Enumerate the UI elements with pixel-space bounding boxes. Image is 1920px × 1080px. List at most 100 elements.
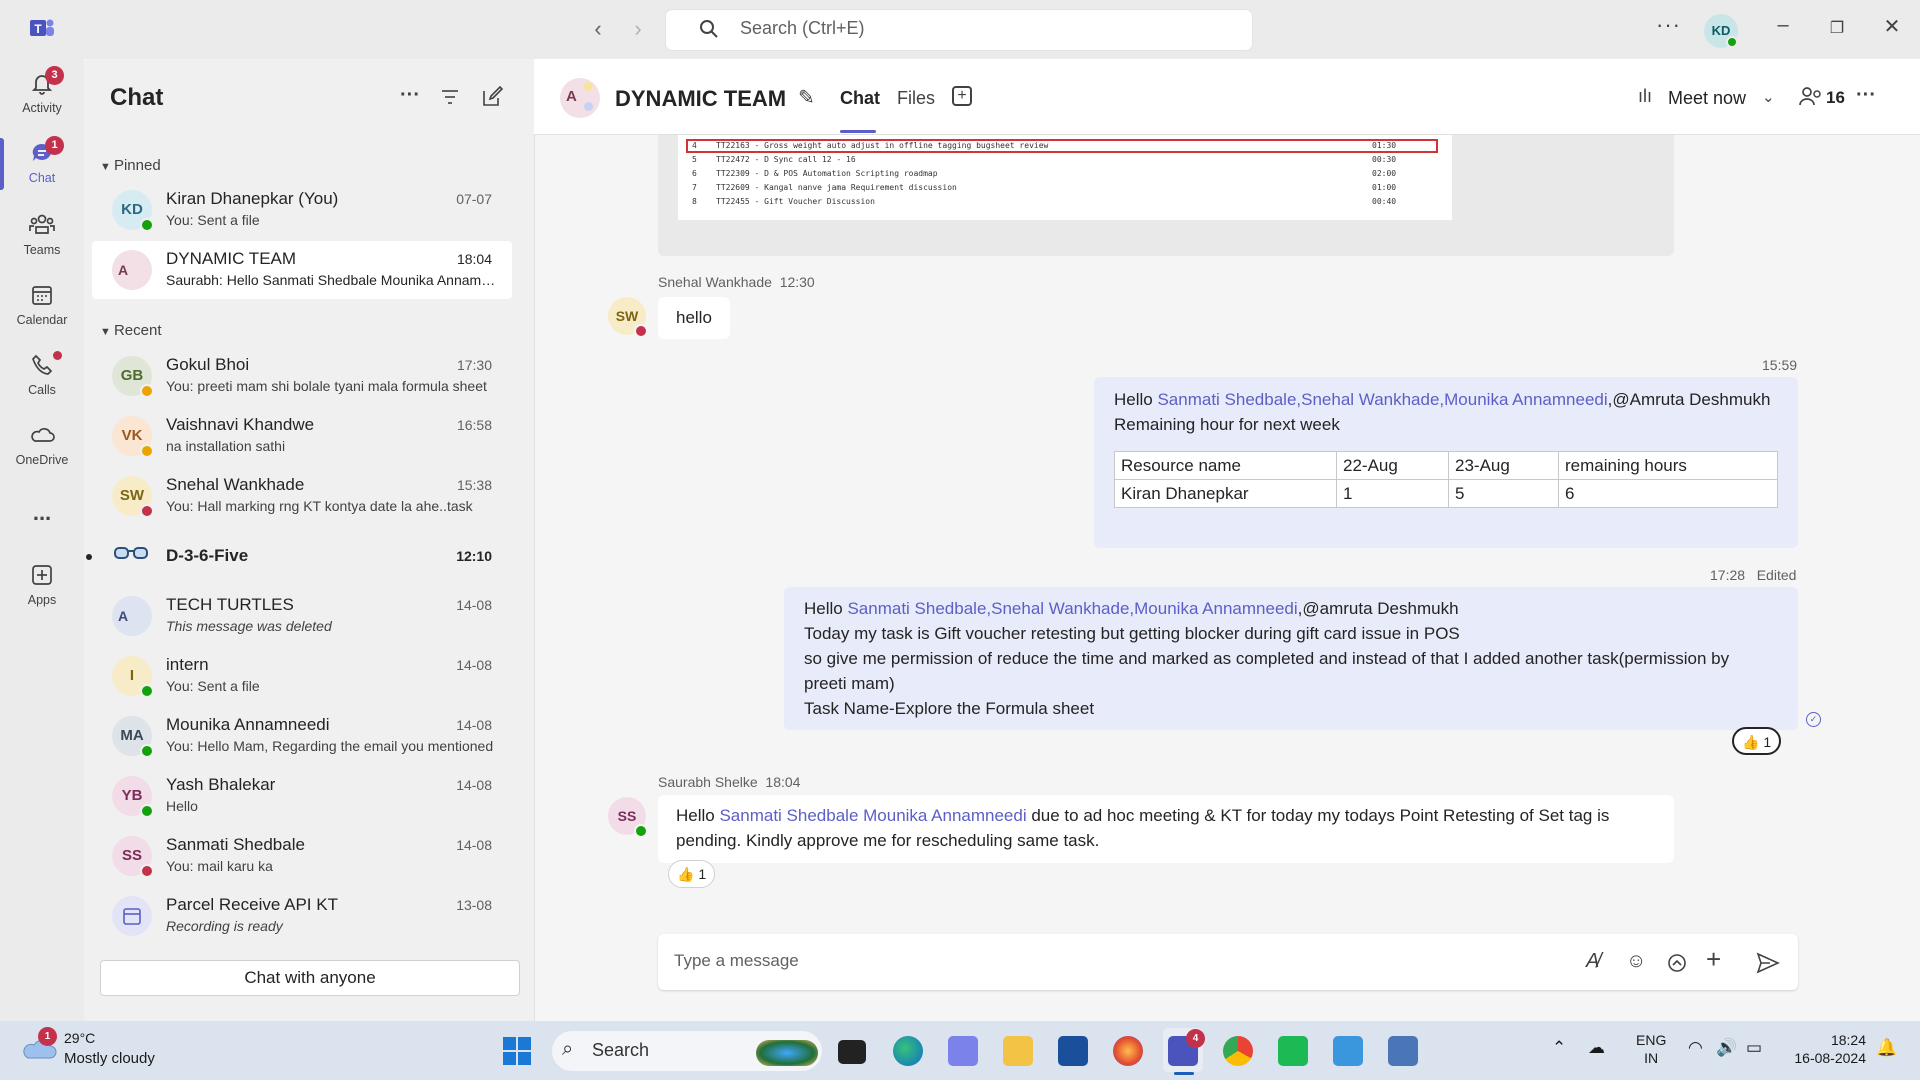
rail-item-onedrive[interactable]: OneDrive [0, 421, 84, 467]
rail-item-calls[interactable]: Calls [0, 351, 84, 397]
weather-description[interactable]: Mostly cloudy [64, 1050, 155, 1067]
rail-item-apps[interactable]: Apps [0, 561, 84, 607]
battery-icon[interactable]: ▭ [1746, 1038, 1762, 1058]
chat-item-gokul[interactable]: GB Gokul Bhoi 17:30 You: preeti mam shi … [92, 347, 512, 405]
taskbar-search-label[interactable]: Search [592, 1040, 649, 1061]
notification-bell-icon[interactable]: 🔔 [1876, 1038, 1897, 1058]
chat-item-mounika[interactable]: MA Mounika Annamneedi 14-08 You: Hello M… [92, 707, 512, 765]
chat-with-anyone-button[interactable]: Chat with anyone [100, 960, 520, 996]
edit-pencil-icon[interactable]: ✎ [798, 85, 815, 110]
chat-item-tech-turtles[interactable]: A TECH TURTLES 14-08 This message was de… [92, 587, 512, 645]
chrome-icon[interactable] [1223, 1036, 1253, 1066]
forward-arrow-icon[interactable]: › [626, 16, 650, 42]
message-bubble[interactable]: Hello Sanmati Shedbale,Snehal Wankhade,M… [784, 587, 1798, 730]
teams-personal-icon[interactable] [948, 1036, 978, 1066]
teams-logo-icon[interactable]: T [28, 16, 56, 40]
attach-plus-icon[interactable]: + [1706, 944, 1721, 975]
message-bubble[interactable]: hello [658, 297, 730, 339]
chat-item-sanmati[interactable]: SS Sanmati Shedbale 14-08 You: mail karu… [92, 827, 512, 885]
more-options-icon[interactable]: ··· [1856, 84, 1876, 107]
rail-item-teams[interactable]: Teams [0, 211, 84, 257]
mention[interactable]: Sanmati Shedbale,Snehal Wankhade,Mounika… [847, 599, 1297, 618]
phone-icon [32, 354, 53, 375]
chevron-down-icon[interactable]: ⌄ [1762, 88, 1775, 106]
group-avatar[interactable]: A [560, 78, 600, 118]
chat-item-parcel-receive[interactable]: Parcel Receive API KT 13-08 Recording is… [92, 887, 512, 945]
teams-icon [29, 214, 55, 234]
loop-component-icon[interactable] [1666, 952, 1688, 974]
caret-down-icon: ▼ [100, 326, 114, 338]
chat-item-name: Kiran Dhanepkar (You) [166, 189, 339, 208]
volume-icon[interactable]: 🔊 [1716, 1038, 1737, 1058]
recent-section-header[interactable]: ▼ Recent [100, 322, 161, 339]
add-tab-icon[interactable]: + [952, 86, 972, 106]
windows-start-icon[interactable] [502, 1036, 532, 1066]
rail-label-apps: Apps [27, 593, 57, 607]
meet-now-button[interactable]: Meet now [1668, 88, 1746, 109]
back-arrow-icon[interactable]: ‹ [586, 16, 610, 42]
message-sender: Saurabh Shelke 18:04 [658, 774, 801, 790]
rail-item-activity[interactable]: Activity 3 [0, 66, 84, 115]
minimize-icon[interactable]: – [1768, 14, 1798, 37]
green-app-icon[interactable] [1278, 1036, 1308, 1066]
chat-item-intern[interactable]: I intern 14-08 You: Sent a file [92, 647, 512, 705]
tab-chat[interactable]: Chat [840, 88, 880, 109]
more-options-icon[interactable]: ··· [400, 84, 420, 107]
message-bubble[interactable]: Hello Sanmati Shedbale Mounika Annamneed… [658, 795, 1674, 863]
presence-available-icon [140, 804, 154, 818]
file-explorer-icon[interactable] [1003, 1036, 1033, 1066]
message-bubble[interactable]: Hello Sanmati Shedbale,Snehal Wankhade,M… [1094, 377, 1798, 548]
image-text-row: 4 TT22163 - Gross weight auto adjust in o… [692, 141, 1397, 150]
restore-icon[interactable]: ❐ [1822, 18, 1852, 38]
chat-item-yash[interactable]: YB Yash Bhalekar 14-08 Hello [92, 767, 512, 825]
reaction-thumbs-up[interactable]: 👍 1 [1732, 727, 1782, 755]
rail-item-chat[interactable]: Chat 1 [0, 136, 84, 185]
send-icon[interactable] [1756, 952, 1780, 974]
search-placeholder[interactable]: Search (Ctrl+E) [740, 18, 865, 39]
chat-item-d36five[interactable]: D-3-6-Five 12:10 [86, 528, 512, 586]
rail-label-calls: Calls [28, 383, 56, 397]
message-time: 15:59 [1762, 357, 1798, 373]
task-view-icon[interactable] [838, 1040, 866, 1064]
close-icon[interactable]: ✕ [1877, 14, 1907, 39]
filter-icon[interactable] [440, 88, 460, 106]
table-cell: 6 [1558, 479, 1778, 508]
chat-item-time: 14-08 [456, 717, 492, 733]
rail-more-apps[interactable]: ... [0, 500, 84, 526]
chat-item-snehal[interactable]: SW Snehal Wankhade 15:38 You: Hall marki… [92, 467, 512, 525]
conversation-title[interactable]: DYNAMIC TEAM [615, 86, 786, 112]
firefox-icon[interactable] [1113, 1036, 1143, 1066]
participant-count[interactable]: 16 [1826, 88, 1845, 108]
weather-temperature[interactable]: 29°C [64, 1030, 95, 1046]
input-language[interactable]: ENG IN [1636, 1031, 1666, 1067]
mention[interactable]: Sanmati Shedbale Mounika Annamneedi [719, 806, 1026, 825]
microsoft-store-icon[interactable] [1058, 1036, 1088, 1066]
message-line: Today my task is Gift voucher retesting … [804, 624, 1460, 643]
wifi-icon[interactable]: ◠ [1688, 1038, 1703, 1058]
chevron-up-icon[interactable]: ⌃ [1552, 1038, 1566, 1058]
tab-files[interactable]: Files [897, 88, 935, 109]
new-chat-icon[interactable] [481, 86, 503, 108]
chat-item-preview: Hello [166, 798, 198, 814]
format-icon[interactable]: A̸ [1586, 950, 1599, 973]
chat-item-kiran[interactable]: KD Kiran Dhanepkar (You) 07-07 You: Sent… [92, 181, 512, 239]
pinned-section-header[interactable]: ▼ Pinned [100, 157, 161, 174]
emoji-icon[interactable]: ☺ [1626, 950, 1646, 973]
reaction-thumbs-up[interactable]: 👍 1 [668, 860, 716, 888]
chat-item-vaishnavi[interactable]: VK Vaishnavi Khandwe 16:58 na installati… [92, 407, 512, 465]
notepad-icon[interactable] [1333, 1036, 1363, 1066]
edge-browser-icon[interactable] [893, 1036, 923, 1066]
compose-placeholder[interactable]: Type a message [674, 951, 799, 971]
onedrive-sync-icon[interactable]: ☁ [1588, 1038, 1605, 1058]
activity-badge: 3 [45, 66, 64, 85]
rail-item-calendar[interactable]: Calendar [0, 281, 84, 327]
clock[interactable]: 18:24 16-08-2024 [1786, 1031, 1866, 1067]
chat-item-dynamic-team[interactable]: A DYNAMIC TEAM 18:04 Saurabh: Hello Sanm… [92, 241, 512, 299]
chat-item-name: TECH TURTLES [166, 595, 294, 614]
mention[interactable]: Sanmati Shedbale,Snehal Wankhade,Mounika… [1157, 390, 1607, 409]
more-options-icon[interactable]: ··· [1656, 12, 1681, 38]
chat-list-title: Chat [110, 84, 164, 111]
people-icon[interactable] [1798, 86, 1824, 108]
calculator-icon[interactable] [1388, 1036, 1418, 1066]
chat-item-name: intern [166, 655, 209, 674]
